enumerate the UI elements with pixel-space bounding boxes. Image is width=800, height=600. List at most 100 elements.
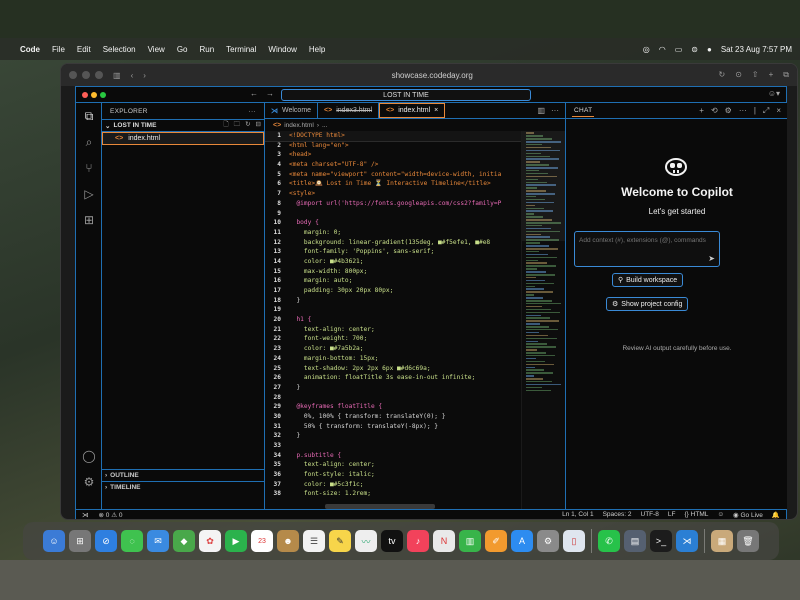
code-line[interactable]: 18 } [265,296,521,306]
split-editor-icon[interactable]: ▥ [537,106,545,115]
menu-view[interactable]: View [148,45,165,54]
photos-icon[interactable]: ✿ [199,530,221,552]
code-line[interactable]: 13 font-family: 'Poppins', sans-serif; [265,247,521,257]
nav-back-icon[interactable]: ← [250,89,258,98]
code-line[interactable]: 8 @import url('https://fonts.googleapis.… [265,199,521,209]
control-center-icon[interactable]: ⊜ [691,45,698,54]
code-line[interactable]: 26 animation: floatTitle 3s ease-in-out … [265,373,521,383]
search-icon[interactable]: ⌕ [76,129,102,155]
download-icon[interactable]: ⊙ [735,70,742,80]
calendar-icon[interactable]: 23 [251,530,273,552]
code-line[interactable]: 11 margin: 0; [265,228,521,238]
menu-app-name[interactable]: Code [20,45,40,54]
zoom-window-button[interactable] [95,71,103,79]
menu-window[interactable]: Window [268,45,296,54]
code-line[interactable]: 9 [265,209,521,219]
chat-input[interactable] [575,232,715,249]
show-project-config-button[interactable]: ⚙ Show project config [606,297,689,311]
code-line[interactable]: 5 <meta name="viewport" content="width=de… [265,170,521,180]
mail-icon[interactable]: ✉ [147,530,169,552]
clock[interactable]: Sat 23 Aug 7:57 PM [721,45,792,54]
code-line[interactable]: 21 text-align: center; [265,325,521,335]
code-line[interactable]: 19 [265,305,521,315]
forward-icon[interactable]: › [143,71,146,80]
share-icon[interactable]: ⇧ [752,70,759,80]
vscode-dock-icon[interactable]: ⋊ [676,530,698,552]
code-line[interactable]: 25 text-shadow: 2px 2px 6px ■#d6c69a; [265,364,521,374]
minimap-viewport[interactable] [522,131,566,241]
tab-index3-html[interactable]: <> index3.html [318,103,380,118]
menu-go[interactable]: Go [177,45,188,54]
close-tab-icon[interactable]: × [434,107,438,114]
close-window-button[interactable] [69,71,77,79]
folder-lost-in-time[interactable]: ⌄ LOST IN TIME 🗋 🗀 ↻ ⊟ [102,119,264,132]
code-line[interactable]: 33 [265,441,521,451]
code-line[interactable]: 22 font-weight: 700; [265,334,521,344]
maps-icon[interactable]: ◆ [173,530,195,552]
vscode-close-button[interactable] [82,91,88,98]
code-line[interactable]: 14 color: ■#4b3621; [265,257,521,267]
code-line[interactable]: 4 <meta charset="UTF-8" /> [265,160,521,170]
code-line[interactable]: 38 font-size: 1.2rem; [265,489,521,499]
app-store-icon[interactable]: A [511,530,533,552]
breadcrumb-rest[interactable]: ... [322,122,327,129]
vscode-minimize-button[interactable] [91,91,97,98]
cursor-position[interactable]: Ln 1, Col 1 [562,511,593,519]
code-line[interactable]: 24 margin-bottom: 15px; [265,354,521,364]
code-line[interactable]: 29 @keyframes floatTitle { [265,402,521,412]
tv-icon[interactable]: tv [381,530,403,552]
collapse-all-icon[interactable]: ⊟ [256,120,261,131]
maximize-icon[interactable]: ⤢ [763,106,769,116]
new-file-icon[interactable]: 🗋 [223,120,228,131]
menu-selection[interactable]: Selection [103,45,136,54]
eol[interactable]: LF [668,511,676,519]
sidebar-toggle-icon[interactable]: ▥ [113,71,121,80]
code-line[interactable]: 20 h1 { [265,315,521,325]
back-icon[interactable]: ‹ [131,71,134,80]
terminal-icon[interactable]: >_ [650,530,672,552]
music-icon[interactable]: ♪ [407,530,429,552]
send-icon[interactable]: ➤ [708,254,715,263]
new-chat-icon[interactable]: + [699,106,704,116]
tab-overview-icon[interactable]: ⧉ [783,70,789,80]
file-index-html[interactable]: <> index.html [102,132,264,145]
battery-icon[interactable]: ▭ [675,45,683,54]
trash-icon[interactable]: 🗑 [737,530,759,552]
nav-forward-icon[interactable]: → [266,89,274,98]
messages-icon[interactable]: ◌ [121,530,143,552]
code-line[interactable]: 35 text-align: center; [265,460,521,470]
facetime-icon[interactable]: ▶ [225,530,247,552]
minimap[interactable] [521,131,566,509]
editor-more-icon[interactable]: ··· [551,106,559,115]
chat-settings-icon[interactable]: ⚙ [725,106,732,116]
new-tab-icon[interactable]: + [769,70,774,80]
extensions-icon[interactable]: ⊞ [76,207,102,233]
code-line[interactable]: 6 <title>🕰️ Lost in Time ⏳ Interactive Ti… [265,179,521,189]
safari-icon[interactable]: ⊘ [95,530,117,552]
menu-terminal[interactable]: Terminal [226,45,256,54]
code-line[interactable]: 10 body { [265,218,521,228]
language-mode[interactable]: {} HTML [685,511,709,519]
code-line[interactable]: 23 color: ■#7a5b2a; [265,344,521,354]
code-line[interactable]: 36 font-style: italic; [265,470,521,480]
go-live[interactable]: ◉ Go Live [733,511,763,519]
code-line[interactable]: 27 } [265,383,521,393]
notifications-icon[interactable]: 🔔 [772,511,780,519]
downloads-stack-icon[interactable]: ▦ [711,530,733,552]
siri-icon[interactable]: ● [707,45,712,54]
reload-icon[interactable]: ↻ [719,70,726,80]
finder-icon[interactable]: ☺ [43,530,65,552]
preview-icon[interactable]: ▤ [624,530,646,552]
iphone-mirroring-icon[interactable]: ▯ [563,530,585,552]
menu-edit[interactable]: Edit [77,45,91,54]
address-bar[interactable]: showcase.codeday.org [156,71,709,80]
system-settings-icon[interactable]: ⚙ [537,530,559,552]
code-line[interactable]: 16 margin: auto; [265,276,521,286]
breadcrumb-file[interactable]: index.html [284,122,314,129]
source-control-icon[interactable]: ⑂ [76,155,102,181]
refresh-icon[interactable]: ↻ [245,120,250,131]
run-debug-icon[interactable]: ▷ [76,181,102,207]
copilot-status-icon[interactable]: ☺ [717,511,724,519]
history-icon[interactable]: ⟲ [711,106,718,116]
reminders-icon[interactable]: ☰ [303,530,325,552]
